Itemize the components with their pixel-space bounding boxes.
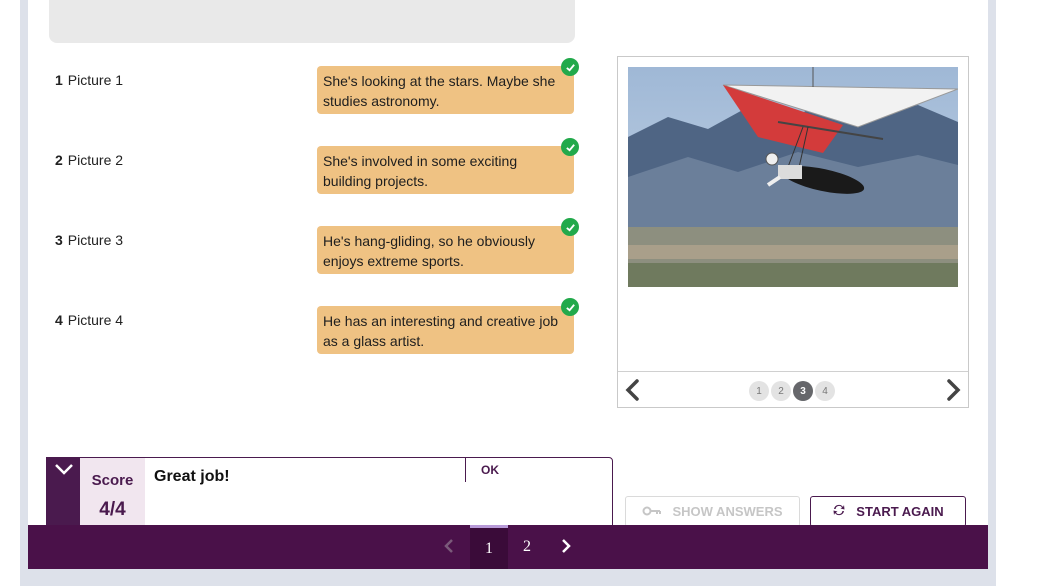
frame-right-border (988, 0, 996, 586)
item-row-4: 4 Picture 4 (55, 312, 123, 328)
answer-text: She's involved in some exciting building… (323, 153, 518, 189)
score-label: Score (91, 472, 134, 489)
gallery-navigation: 1 2 3 4 (618, 371, 968, 407)
answer-card-3[interactable]: He's hang-gliding, so he obviously enjoy… (317, 218, 579, 274)
prev-page-arrow-icon[interactable] (438, 535, 460, 557)
correct-check-icon (561, 58, 579, 76)
item-label: Picture 1 (67, 72, 124, 88)
item-row-1: 1 Picture 1 (55, 72, 123, 88)
instructions-panel (49, 0, 575, 43)
image-gallery: 1 2 3 4 (617, 56, 969, 408)
next-page-arrow-icon[interactable] (555, 535, 577, 557)
answer-text: He has an interesting and creative job a… (323, 313, 559, 349)
gallery-dots: 1 2 3 4 (749, 381, 835, 401)
gallery-prev-arrow-icon[interactable] (622, 378, 644, 402)
answer-card-2[interactable]: She's involved in some exciting building… (317, 138, 579, 194)
item-label: Picture 2 (67, 152, 124, 168)
item-number: 3 (55, 232, 63, 248)
score-value: 4/4 (99, 499, 126, 520)
gallery-dot-2[interactable]: 2 (771, 381, 791, 401)
item-number: 1 (55, 72, 63, 88)
bottom-pagination-bar: 1 2 (28, 525, 988, 569)
item-number: 4 (55, 312, 63, 328)
score-box: Score 4/4 (80, 458, 145, 526)
frame-bottom-border (20, 569, 996, 586)
answer-card-1[interactable]: She's looking at the stars. Maybe she st… (317, 58, 579, 114)
start-again-button[interactable]: START AGAIN (810, 496, 966, 527)
correct-check-icon (561, 138, 579, 156)
show-answers-label: SHOW ANSWERS (672, 504, 783, 519)
key-icon (642, 504, 662, 519)
correct-check-icon (561, 298, 579, 316)
item-number: 2 (55, 152, 63, 168)
item-label: Picture 4 (67, 312, 124, 328)
ok-button[interactable]: OK (481, 463, 499, 477)
gallery-dot-3[interactable]: 3 (793, 381, 813, 401)
frame-left-border (20, 0, 28, 586)
gallery-photo (628, 67, 958, 287)
page-1-button[interactable]: 1 (470, 525, 508, 569)
chevron-down-icon (55, 464, 73, 475)
refresh-icon (832, 503, 846, 520)
page-2-button[interactable]: 2 (508, 525, 546, 569)
start-again-label: START AGAIN (856, 504, 944, 519)
collapse-toggle[interactable] (47, 458, 80, 526)
correct-check-icon (561, 218, 579, 236)
show-answers-button[interactable]: SHOW ANSWERS (625, 496, 800, 527)
gallery-dot-4[interactable]: 4 (815, 381, 835, 401)
item-label: Picture 3 (67, 232, 124, 248)
answer-text: She's looking at the stars. Maybe she st… (323, 73, 556, 109)
answer-card-4[interactable]: He has an interesting and creative job a… (317, 298, 579, 354)
feedback-panel: Score 4/4 Great job! OK (46, 457, 613, 527)
item-row-3: 3 Picture 3 (55, 232, 123, 248)
feedback-message: Great job! (154, 468, 230, 485)
item-row-2: 2 Picture 2 (55, 152, 123, 168)
gallery-next-arrow-icon[interactable] (942, 378, 964, 402)
answer-text: He's hang-gliding, so he obviously enjoy… (323, 233, 536, 269)
gallery-dot-1[interactable]: 1 (749, 381, 769, 401)
feedback-divider (465, 458, 466, 482)
